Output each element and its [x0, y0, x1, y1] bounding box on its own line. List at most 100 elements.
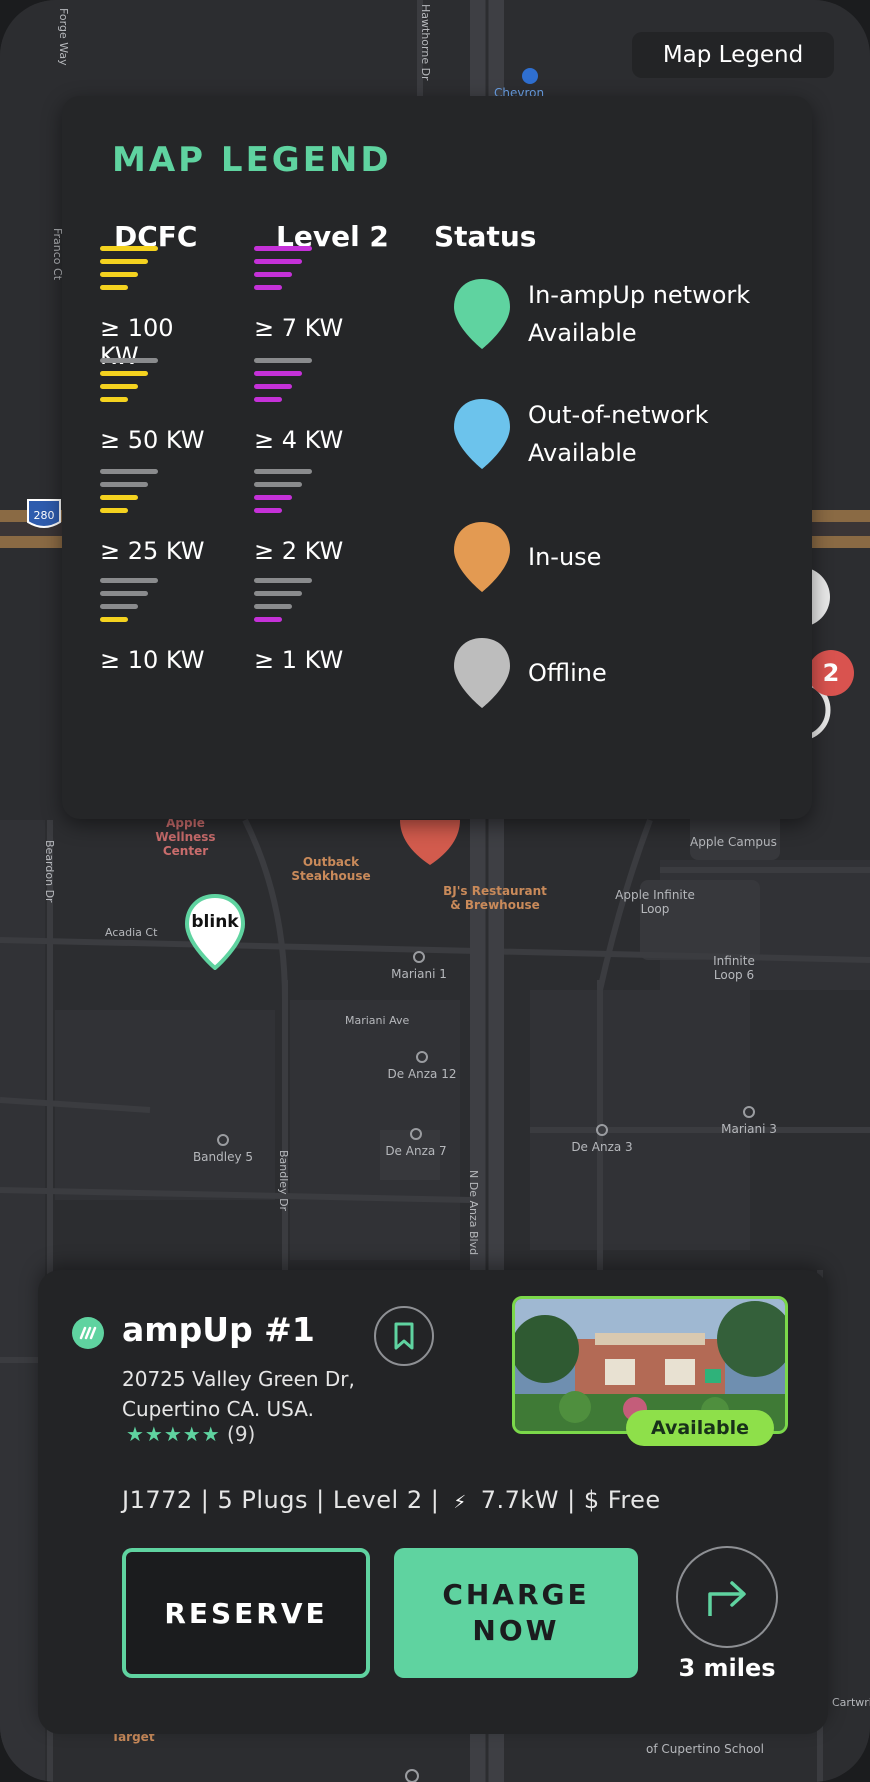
legend-tier-label: ≥ 1 KW [254, 646, 344, 674]
legend-col-status: Status [434, 220, 537, 253]
power-bars-icon [100, 358, 210, 418]
address-line: 20725 Valley Green Dr, [122, 1367, 355, 1391]
legend-tier-label: ≥ 25 KW [100, 537, 205, 565]
street-label: Bandley Dr [277, 1150, 290, 1212]
legend-tier-level2: ≥ 7 KW [254, 246, 364, 342]
power-bar [100, 371, 148, 376]
highway-shield-label: 280 [34, 509, 55, 522]
poi-bjs: BJ's Restaurant & Brewhouse [443, 884, 547, 912]
power-bar [254, 371, 302, 376]
poi-label: De Anza 7 [385, 1144, 447, 1158]
power-bar [100, 495, 138, 500]
power-bars-icon [254, 358, 364, 418]
turn-right-arrow-icon [708, 1581, 746, 1616]
poi-dot-icon [596, 1124, 608, 1136]
legend-status-in-use: In-use [452, 520, 601, 594]
legend-status-label: Out-of-network [528, 401, 709, 429]
power-bar [254, 272, 292, 277]
poi-apple-wellness: Apple Wellness Center [155, 816, 216, 858]
station-detail-card[interactable]: ampUp #1 20725 Valley Green Dr, Cupertin… [38, 1270, 828, 1734]
power-bar [254, 469, 312, 474]
poi-label: De Anza 12 [387, 1067, 457, 1081]
poi-bandley-5: Bandley 5 [188, 1134, 258, 1164]
power-bar [254, 482, 302, 487]
poi-label: Bandley 5 [192, 1150, 254, 1164]
poi-school: of Cupertino School [646, 1742, 764, 1756]
power-bar [254, 397, 282, 402]
app-screen: 280 Forge Way Hawthorne Dr Franco Ct Bea… [0, 0, 870, 1782]
legend-title: MAP LEGEND [112, 140, 392, 180]
poi-de-anza-12: De Anza 12 [382, 1051, 462, 1081]
power-bar [100, 604, 138, 609]
distance-label: 3 miles [678, 1654, 776, 1682]
green-pin-icon [454, 279, 510, 349]
cluster-count-badge[interactable]: 2 [808, 650, 854, 696]
station-address: 20725 Valley Green Dr, Cupertino CA. USA… [122, 1364, 355, 1424]
poi-dot-icon [217, 1134, 229, 1146]
station-name: ampUp #1 [122, 1310, 315, 1349]
legend-tier-label: ≥ 2 KW [254, 537, 344, 565]
station-specs: J1772 | 5 Plugs | Level 2 | ⚡ 7.7kW | $ … [122, 1486, 661, 1514]
power-bar [254, 617, 282, 622]
power-bar [100, 397, 128, 402]
power-bar [100, 358, 158, 363]
power-bar [100, 246, 158, 251]
station-rating: ★★★★★ (9) [126, 1422, 255, 1446]
power-bar [254, 384, 292, 389]
reserve-button[interactable]: RESERVE [122, 1548, 370, 1678]
power-bar [100, 384, 138, 389]
legend-tier-label: ≥ 7 KW [254, 314, 344, 342]
power-bar [254, 578, 312, 583]
map-legend-panel: MAP LEGEND DCFC Level 2 Status In-ampUp … [62, 96, 812, 819]
power-bar [100, 508, 128, 513]
power-bars-icon [254, 578, 364, 638]
power-bar [254, 604, 292, 609]
street-label: Mariani Ave [345, 1014, 409, 1027]
legend-tier-dcfc: ≥ 100 KW [100, 246, 210, 370]
power-bar [100, 617, 128, 622]
gray-pin-icon [454, 638, 510, 708]
legend-tier-dcfc: ≥ 50 KW [100, 358, 210, 454]
legend-tier-level2: ≥ 4 KW [254, 358, 364, 454]
street-label: Cartwright [832, 1696, 870, 1709]
map-pin-icon [184, 893, 246, 971]
poi-de-anza-7: De Anza 7 [376, 1128, 456, 1158]
power-bar [254, 246, 312, 251]
power-bar [254, 358, 312, 363]
street-label: Beardon Dr [43, 840, 56, 903]
poi-infinite-loop-6: Infinite Loop 6 [713, 954, 755, 982]
power-bar [254, 259, 302, 264]
charge-now-button[interactable]: CHARGE NOW [394, 1548, 638, 1678]
poi-outback: Outback Steakhouse [291, 855, 371, 883]
street-label: Acadia Ct [105, 926, 158, 939]
legend-tier-label: ≥ 4 KW [254, 426, 344, 454]
blue-pin-icon [454, 399, 510, 469]
power-bar [254, 285, 282, 290]
availability-badge: Available [626, 1410, 774, 1446]
legend-status-offline: Offline [452, 636, 607, 710]
power-bar [100, 591, 148, 596]
power-bar [100, 272, 138, 277]
bookmark-icon [394, 1322, 414, 1350]
legend-status-label: Offline [528, 659, 607, 687]
poi-apple-infinite-loop: Apple Infinite Loop [615, 888, 695, 916]
power-bar [254, 508, 282, 513]
orange-pin-icon [454, 522, 510, 592]
legend-status-label: In-ampUp network [528, 281, 751, 309]
blink-station-marker[interactable]: blink [184, 893, 246, 971]
map-legend-toggle-button[interactable]: Map Legend [632, 32, 834, 78]
poi-dot-icon [743, 1106, 755, 1118]
blink-marker-label: blink [191, 912, 239, 932]
power-bar [100, 259, 148, 264]
poi-mariani-3: Mariani 3 [714, 1106, 784, 1136]
power-bar [100, 482, 148, 487]
lightning-bolt-icon: ⚡ [453, 1492, 467, 1513]
bookmark-button[interactable] [374, 1306, 434, 1366]
legend-status-out-network: Out-of-network Available [452, 396, 709, 472]
poi-mariani-1: Mariani 1 [384, 951, 454, 981]
power-bars-icon [254, 469, 364, 529]
legend-tier-label: ≥ 10 KW [100, 646, 205, 674]
directions-button[interactable] [676, 1546, 778, 1648]
legend-status-label: Available [528, 439, 637, 467]
ampup-logo-icon [72, 1317, 104, 1349]
